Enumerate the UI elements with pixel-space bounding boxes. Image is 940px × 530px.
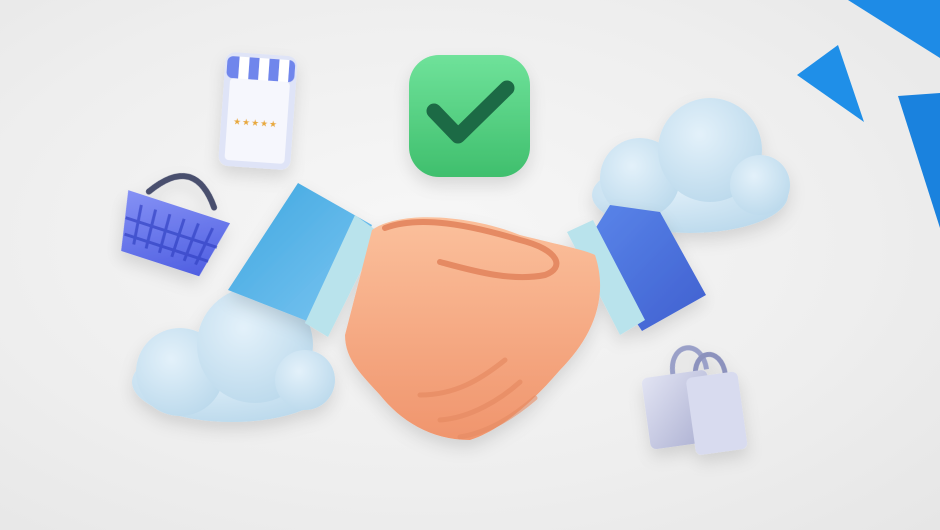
- svg-text:★: ★: [242, 118, 251, 129]
- svg-text:★: ★: [269, 120, 278, 131]
- bag-icon: [641, 345, 748, 455]
- store-phone-icon: ★ ★ ★ ★ ★: [218, 52, 298, 170]
- illustration-canvas: ★ ★ ★ ★ ★: [121, 0, 940, 455]
- corner-accent-shapes: [797, 0, 940, 228]
- svg-text:★: ★: [260, 119, 269, 130]
- check-icon: [409, 55, 530, 177]
- svg-text:★: ★: [251, 119, 260, 130]
- svg-text:★: ★: [233, 117, 242, 128]
- basket-icon: [121, 173, 231, 277]
- illustration-scene: ★ ★ ★ ★ ★: [0, 0, 940, 530]
